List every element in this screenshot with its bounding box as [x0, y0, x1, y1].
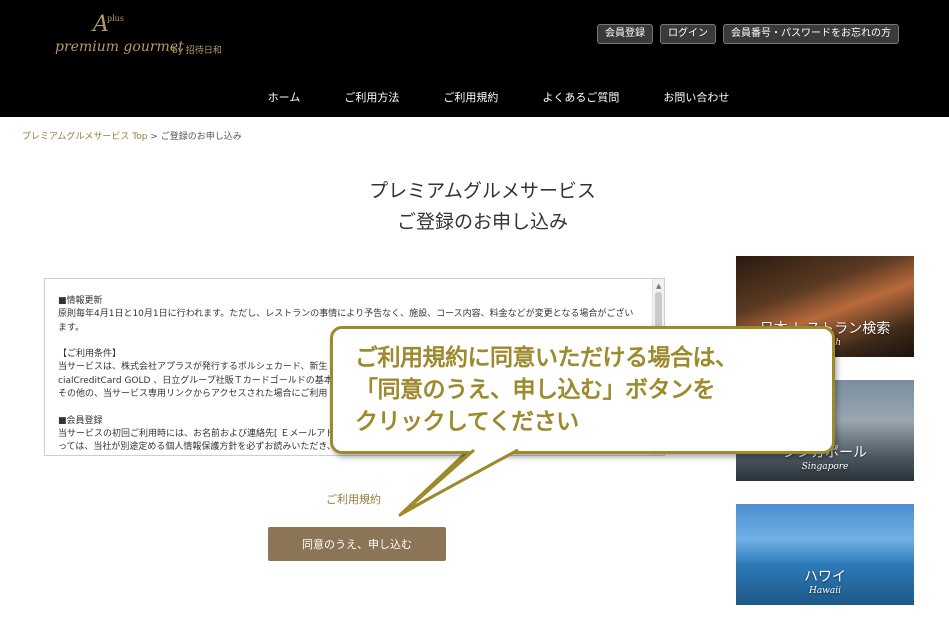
callout-tail-cover [403, 448, 519, 514]
page-title-line2: ご登録のお申し込み [396, 211, 568, 233]
breadcrumb-current: ご登録のお申し込み [160, 132, 242, 142]
instruction-callout: ご利用規約に同意いただける場合は、 「同意のうえ、申し込む」ボタンを クリックし… [322, 322, 840, 522]
account-buttons: 会員登録 ログイン 会員番号・パスワードをお忘れの方 [597, 24, 899, 44]
nav-contact[interactable]: お問い合わせ [663, 89, 729, 105]
main-nav: ホーム ご利用方法 ご利用規約 よくあるご質問 お問い合わせ [0, 89, 949, 105]
forgot-password-button[interactable]: 会員番号・パスワードをお忘れの方 [723, 24, 899, 44]
side-banner-title: ハワイ [804, 569, 846, 585]
register-button[interactable]: 会員登録 [597, 24, 653, 44]
logo-wordmark: premium gourmet [55, 39, 184, 55]
breadcrumb-top-link[interactable]: プレミアムグルメサービス Top [22, 132, 147, 142]
login-button[interactable]: ログイン [660, 24, 716, 44]
breadcrumb-separator: > [150, 132, 158, 142]
nav-how-to-use[interactable]: ご利用方法 [344, 89, 399, 105]
scroll-up-arrow-icon[interactable]: ▲ [656, 282, 661, 290]
nav-terms[interactable]: ご利用規約 [443, 89, 498, 105]
breadcrumb: プレミアムグルメサービス Top > ご登録のお申し込み [22, 129, 242, 142]
page-title-line1: プレミアムグルメサービス [369, 180, 596, 202]
side-banner-subtitle: Hawaii [808, 586, 842, 596]
nav-home[interactable]: ホーム [268, 89, 301, 105]
logo-by-text: by 招待日和 [172, 46, 222, 56]
agree-and-apply-button[interactable]: 同意のうえ、申し込む [268, 527, 446, 561]
nav-faq[interactable]: よくあるご質問 [542, 89, 619, 105]
logo-mark-small: plus [107, 14, 124, 23]
site-header: A plus premium gourmet by 招待日和 会員登録 ログイン… [0, 0, 949, 117]
page-title: プレミアムグルメサービス ご登録のお申し込み [0, 176, 949, 238]
site-logo[interactable]: A plus premium gourmet by 招待日和 [55, 12, 255, 67]
